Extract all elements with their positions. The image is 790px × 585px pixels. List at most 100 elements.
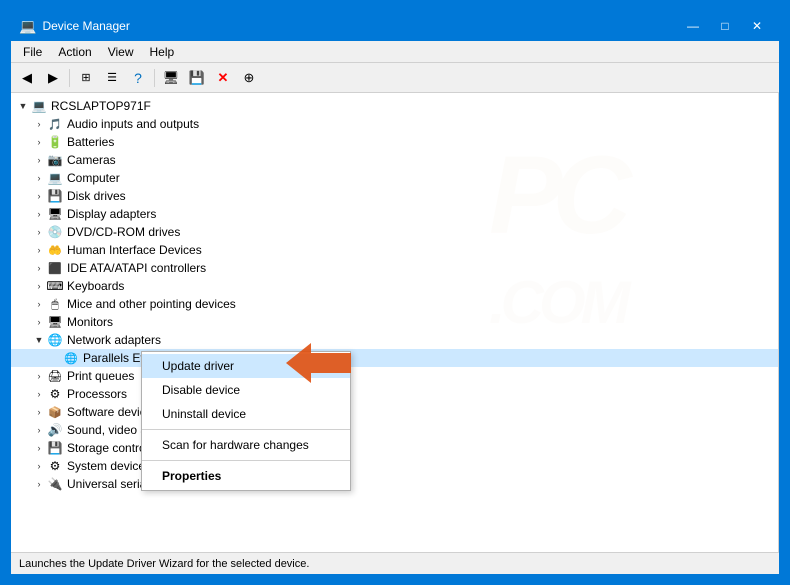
title-bar-left: 💻 Device Manager <box>19 18 130 35</box>
menu-view[interactable]: View <box>100 43 142 61</box>
tree-item-processors[interactable]: › ⚙ Processors <box>11 385 778 403</box>
disk-button[interactable]: 💾 <box>185 67 209 89</box>
content-area: ▼ 💻 RCSLAPTOP971F › 🎵 Audio inputs and o… <box>11 93 779 552</box>
menu-help[interactable]: Help <box>142 43 183 61</box>
close-button[interactable]: ✕ <box>743 16 771 36</box>
tree-root[interactable]: ▼ 💻 RCSLAPTOP971F <box>11 97 778 115</box>
dvd-icon: 💿 <box>47 224 63 240</box>
storage-toggle[interactable]: › <box>31 443 47 453</box>
audio-toggle[interactable]: › <box>31 119 47 129</box>
ctx-separator-1 <box>142 429 350 430</box>
monitor-button[interactable]: 🖥 <box>159 67 183 89</box>
status-bar: Launches the Update Driver Wizard for th… <box>11 552 779 574</box>
tree-item-keyboards[interactable]: › ⌨ Keyboards <box>11 277 778 295</box>
title-bar: 💻 Device Manager — □ ✕ <box>11 11 779 41</box>
tree-item-hid[interactable]: › 🤲 Human Interface Devices <box>11 241 778 259</box>
context-menu: Update driver Disable device Uninstall d… <box>141 351 351 491</box>
disk-toggle[interactable]: › <box>31 191 47 201</box>
tree-item-disk[interactable]: › 💾 Disk drives <box>11 187 778 205</box>
usb-toggle[interactable]: › <box>31 479 47 489</box>
software-toggle[interactable]: › <box>31 407 47 417</box>
batteries-toggle[interactable]: › <box>31 137 47 147</box>
hid-icon: 🤲 <box>47 242 63 258</box>
disk-label: Disk drives <box>67 189 126 203</box>
window-title: Device Manager <box>42 19 129 33</box>
computer-icon2: 💻 <box>47 170 63 186</box>
ide-label: IDE ATA/ATAPI controllers <box>67 261 206 275</box>
software-icon: 📦 <box>47 404 63 420</box>
audio-label: Audio inputs and outputs <box>67 117 199 131</box>
ctx-uninstall-device[interactable]: Uninstall device <box>142 402 350 426</box>
mice-label: Mice and other pointing devices <box>67 297 236 311</box>
help-button[interactable]: ? <box>126 67 150 89</box>
system-toggle[interactable]: › <box>31 461 47 471</box>
tree-item-batteries[interactable]: › 🔋 Batteries <box>11 133 778 151</box>
dvd-label: DVD/CD-ROM drives <box>67 225 180 239</box>
tree-view[interactable]: ▼ 💻 RCSLAPTOP971F › 🎵 Audio inputs and o… <box>11 93 779 552</box>
network-toggle[interactable]: ▼ <box>31 335 47 345</box>
cameras-icon: 📷 <box>47 152 63 168</box>
update-driver-button[interactable]: ☰ <box>100 67 124 89</box>
forward-button[interactable]: ▶ <box>41 67 65 89</box>
scan-button[interactable]: ⊕ <box>237 67 261 89</box>
tree-item-system[interactable]: › ⚙ System devices <box>11 457 778 475</box>
tree-item-cameras[interactable]: › 📷 Cameras <box>11 151 778 169</box>
tree-item-print[interactable]: › 🖨 Print queues <box>11 367 778 385</box>
tree-item-computer[interactable]: › 💻 Computer <box>11 169 778 187</box>
device-manager-window: 💻 Device Manager — □ ✕ File Action View … <box>10 10 780 575</box>
monitors-toggle[interactable]: › <box>31 317 47 327</box>
hid-label: Human Interface Devices <box>67 243 202 257</box>
tree-item-parallels[interactable]: 🌐 Parallels Ethernet Adapter <box>11 349 778 367</box>
tree-item-display[interactable]: › 🖥 Display adapters <box>11 205 778 223</box>
processors-label: Processors <box>67 387 127 401</box>
ide-icon: ⬛ <box>47 260 63 276</box>
root-label: RCSLAPTOP971F <box>51 99 151 113</box>
keyboards-toggle[interactable]: › <box>31 281 47 291</box>
tree-item-sound[interactable]: › 🔊 Sound, video and game controllers <box>11 421 778 439</box>
display-icon: 🖥 <box>47 206 63 222</box>
ctx-scan-hardware[interactable]: Scan for hardware changes <box>142 433 350 457</box>
maximize-button[interactable]: □ <box>711 16 739 36</box>
tree-item-ide[interactable]: › ⬛ IDE ATA/ATAPI controllers <box>11 259 778 277</box>
tree-item-mice[interactable]: › 🖱 Mice and other pointing devices <box>11 295 778 313</box>
ctx-update-driver[interactable]: Update driver <box>142 354 350 378</box>
menu-file[interactable]: File <box>15 43 50 61</box>
mice-toggle[interactable]: › <box>31 299 47 309</box>
tree-item-storage[interactable]: › 💾 Storage controllers <box>11 439 778 457</box>
ctx-properties[interactable]: Properties <box>142 464 350 488</box>
print-icon: 🖨 <box>47 368 63 384</box>
hid-toggle[interactable]: › <box>31 245 47 255</box>
sound-toggle[interactable]: › <box>31 425 47 435</box>
processors-toggle[interactable]: › <box>31 389 47 399</box>
menu-action[interactable]: Action <box>50 43 99 61</box>
root-toggle[interactable]: ▼ <box>15 101 31 111</box>
print-toggle[interactable]: › <box>31 371 47 381</box>
minimize-button[interactable]: — <box>679 16 707 36</box>
toolbar-separator-2 <box>154 69 155 87</box>
tree-item-audio[interactable]: › 🎵 Audio inputs and outputs <box>11 115 778 133</box>
properties-button[interactable]: ⊞ <box>74 67 98 89</box>
tree-item-monitors[interactable]: › 🖥 Monitors <box>11 313 778 331</box>
back-button[interactable]: ◀ <box>15 67 39 89</box>
computer-icon: 💻 <box>31 98 47 114</box>
computer-toggle[interactable]: › <box>31 173 47 183</box>
dvd-toggle[interactable]: › <box>31 227 47 237</box>
toolbar: ◀ ▶ ⊞ ☰ ? 🖥 💾 ✕ ⊕ <box>11 63 779 93</box>
processors-icon: ⚙ <box>47 386 63 402</box>
tree-item-usb[interactable]: › 🔌 Universal serial bus controllers <box>11 475 778 493</box>
system-icon: ⚙ <box>47 458 63 474</box>
keyboards-icon: ⌨ <box>47 278 63 294</box>
monitors-label: Monitors <box>67 315 113 329</box>
toolbar-separator-1 <box>69 69 70 87</box>
cameras-toggle[interactable]: › <box>31 155 47 165</box>
display-toggle[interactable]: › <box>31 209 47 219</box>
remove-button[interactable]: ✕ <box>211 67 235 89</box>
system-label: System devices <box>67 459 151 473</box>
ctx-disable-device[interactable]: Disable device <box>142 378 350 402</box>
disk-icon: 💾 <box>47 188 63 204</box>
ctx-separator-2 <box>142 460 350 461</box>
ide-toggle[interactable]: › <box>31 263 47 273</box>
tree-item-software[interactable]: › 📦 Software devices <box>11 403 778 421</box>
tree-item-dvd[interactable]: › 💿 DVD/CD-ROM drives <box>11 223 778 241</box>
tree-item-network[interactable]: ▼ 🌐 Network adapters <box>11 331 778 349</box>
